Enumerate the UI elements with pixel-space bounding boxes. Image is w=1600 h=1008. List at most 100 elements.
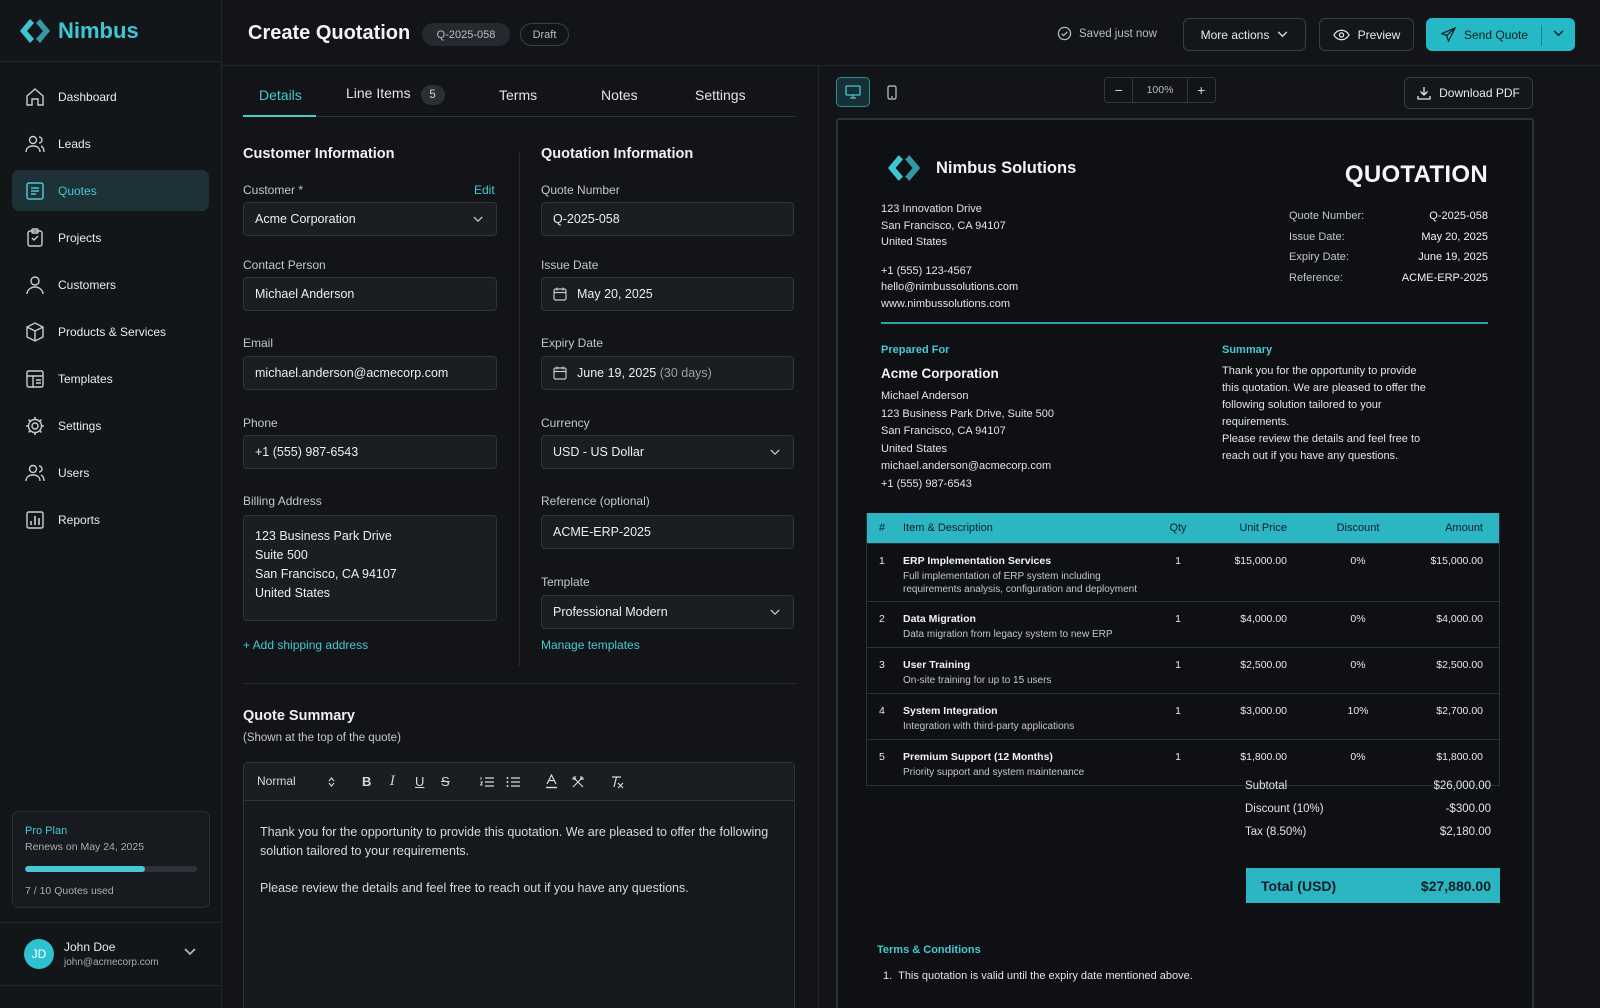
user-name: John Doe: [64, 940, 116, 954]
plan-card: Pro Plan Renews on May 24, 2025 7 / 10 Q…: [12, 811, 210, 908]
zoom-out-button[interactable]: −: [1105, 82, 1132, 98]
summary-line: requirements.: [1222, 416, 1290, 428]
row-unit-price: $15,000.00: [1234, 555, 1287, 567]
clipboard-icon: [27, 227, 43, 247]
preview-button[interactable]: Preview: [1319, 18, 1414, 51]
row-item: System Integration Integration with third…: [903, 705, 1074, 734]
address-line: 123 Innovation Drive: [881, 203, 982, 215]
customer-label: Customer *: [243, 183, 304, 197]
italic-icon[interactable]: I: [390, 774, 395, 789]
tab-line-items[interactable]: Line Items 5: [346, 85, 445, 105]
expiry-date-field[interactable]: June 19, 2025 (30 days): [541, 356, 794, 390]
add-shipping-link[interactable]: + Add shipping address: [243, 638, 368, 652]
address-line: United States: [881, 236, 948, 248]
row-discount: 0%: [1350, 613, 1366, 625]
ordered-list-icon[interactable]: [480, 776, 494, 788]
row-amount: $2,500.00: [1436, 659, 1483, 671]
sidebar-item-users[interactable]: Users: [12, 452, 209, 493]
text-color-icon[interactable]: [545, 774, 558, 789]
customers-icon: [26, 275, 44, 294]
manage-templates-link[interactable]: Manage templates: [541, 638, 640, 652]
reference-label: Reference (optional): [541, 494, 650, 508]
quote-number-field[interactable]: Q-2025-058: [541, 202, 794, 236]
edit-customer-link[interactable]: Edit: [474, 183, 495, 197]
summary-text: Thank you for the opportunity to provide…: [1222, 363, 1452, 465]
tab-details[interactable]: Details: [259, 87, 302, 103]
phone-field[interactable]: +1 (555) 987-6543: [243, 435, 497, 469]
tab-terms[interactable]: Terms: [499, 87, 537, 103]
editor-content[interactable]: Thank you for the opportunity to provide…: [244, 801, 794, 938]
clear-format-icon[interactable]: [610, 775, 624, 789]
chevron-down-icon[interactable]: [184, 948, 196, 956]
row-discount: 0%: [1350, 555, 1366, 567]
format-select[interactable]: Normal: [257, 774, 296, 788]
preview-label: Preview: [1357, 27, 1401, 42]
tab-notes[interactable]: Notes: [601, 87, 638, 103]
eye-icon: [1332, 29, 1350, 40]
document-title: QUOTATION: [1344, 161, 1488, 188]
email-field[interactable]: michael.anderson@acmecorp.com: [243, 356, 497, 390]
home-icon: [26, 87, 44, 106]
strikethrough-icon[interactable]: S: [441, 774, 450, 789]
summary-editor[interactable]: Normal B I U S Thank you for the opportu…: [243, 762, 795, 1008]
sidebar-item-quotes[interactable]: Quotes: [12, 170, 209, 211]
sidebar-item-products-services[interactable]: Products & Services: [12, 311, 209, 352]
reference-field[interactable]: ACME-ERP-2025: [541, 515, 794, 549]
contact-value: Michael Anderson: [255, 287, 355, 301]
download-pdf-button[interactable]: Download PDF: [1404, 77, 1533, 109]
tab-line-items-label: Line Items: [346, 85, 411, 101]
sidebar-item-customers[interactable]: Customers: [12, 264, 209, 305]
meta-key: Expiry Date:: [1289, 251, 1349, 263]
total-value: $27,880.00: [1420, 877, 1491, 894]
more-actions-button[interactable]: More actions: [1183, 18, 1306, 51]
billing-label: Billing Address: [243, 494, 322, 508]
row-unit-price: $1,800.00: [1240, 751, 1287, 763]
item-description: Integration with third-party application…: [903, 721, 1075, 732]
chevron-down-icon: [770, 609, 780, 616]
address-line: San Francisco, CA 94107: [881, 219, 1006, 232]
chevron-down-icon[interactable]: [1553, 30, 1564, 37]
sidebar-nav: Dashboard Leads Quotes Projects Customers Pro…: [0, 62, 221, 540]
sidebar-item-leads[interactable]: Leads: [12, 123, 209, 164]
row-amount: $15,000.00: [1430, 555, 1483, 567]
user-menu[interactable]: JD John Doe john@acmecorp.com: [0, 922, 222, 986]
app-logo[interactable]: Nimbus: [0, 0, 221, 62]
bullet-list-icon[interactable]: [506, 776, 520, 788]
user-email: john@acmecorp.com: [64, 957, 159, 968]
item-description: requirements analysis, configuration and…: [903, 583, 1138, 595]
item-title: ERP Implementation Services: [903, 555, 1052, 567]
tab-settings[interactable]: Settings: [695, 87, 746, 103]
save-status: Saved just now: [1057, 26, 1157, 41]
preview-toolbar: − 100% + Download PDF: [836, 77, 1548, 111]
item-title: Data Migration: [903, 613, 976, 625]
quote-form: Details Line Items 5 Terms Notes Settings…: [222, 66, 819, 1008]
row-qty: 1: [1175, 705, 1181, 717]
send-quote-label: Send Quote: [1464, 27, 1529, 42]
customer-select[interactable]: Acme Corporation: [243, 202, 497, 236]
sidebar-item-dashboard[interactable]: Dashboard: [12, 76, 209, 117]
plan-usage-text: 7 / 10 Quotes used: [25, 885, 114, 897]
sidebar-item-projects[interactable]: Projects: [12, 217, 209, 258]
quote-preview-panel: − 100% + Download PDF Nimbus Solutions Q…: [820, 66, 1600, 1008]
bold-icon[interactable]: B: [362, 774, 371, 789]
template-select[interactable]: Professional Modern: [541, 595, 794, 629]
plan-usage-fill: [25, 866, 146, 872]
contact-field[interactable]: Michael Anderson: [243, 277, 497, 311]
send-quote-button[interactable]: Send Quote: [1426, 18, 1575, 51]
issue-date-field[interactable]: May 20, 2025: [541, 277, 794, 311]
chevron-down-icon: [473, 216, 483, 223]
desktop-view-button[interactable]: [836, 77, 870, 107]
sidebar-item-settings[interactable]: Settings: [12, 405, 209, 446]
sidebar-item-templates[interactable]: Templates: [12, 358, 209, 399]
box-icon: [26, 321, 44, 342]
expiry-date-label: Expiry Date: [541, 336, 604, 350]
billing-address-field[interactable]: 123 Business Park Drive Suite 500 San Fr…: [243, 515, 497, 621]
underline-icon[interactable]: U: [415, 774, 424, 789]
highlight-off-icon[interactable]: [571, 775, 585, 789]
sidebar-item-reports[interactable]: Reports: [12, 499, 209, 540]
zoom-in-button[interactable]: +: [1188, 82, 1215, 98]
currency-select[interactable]: USD - US Dollar: [541, 435, 794, 469]
mobile-view-button[interactable]: [875, 77, 909, 107]
row-number: 5: [879, 751, 885, 763]
client-line: 123 Business Park Drive, Suite 500: [881, 407, 1055, 420]
